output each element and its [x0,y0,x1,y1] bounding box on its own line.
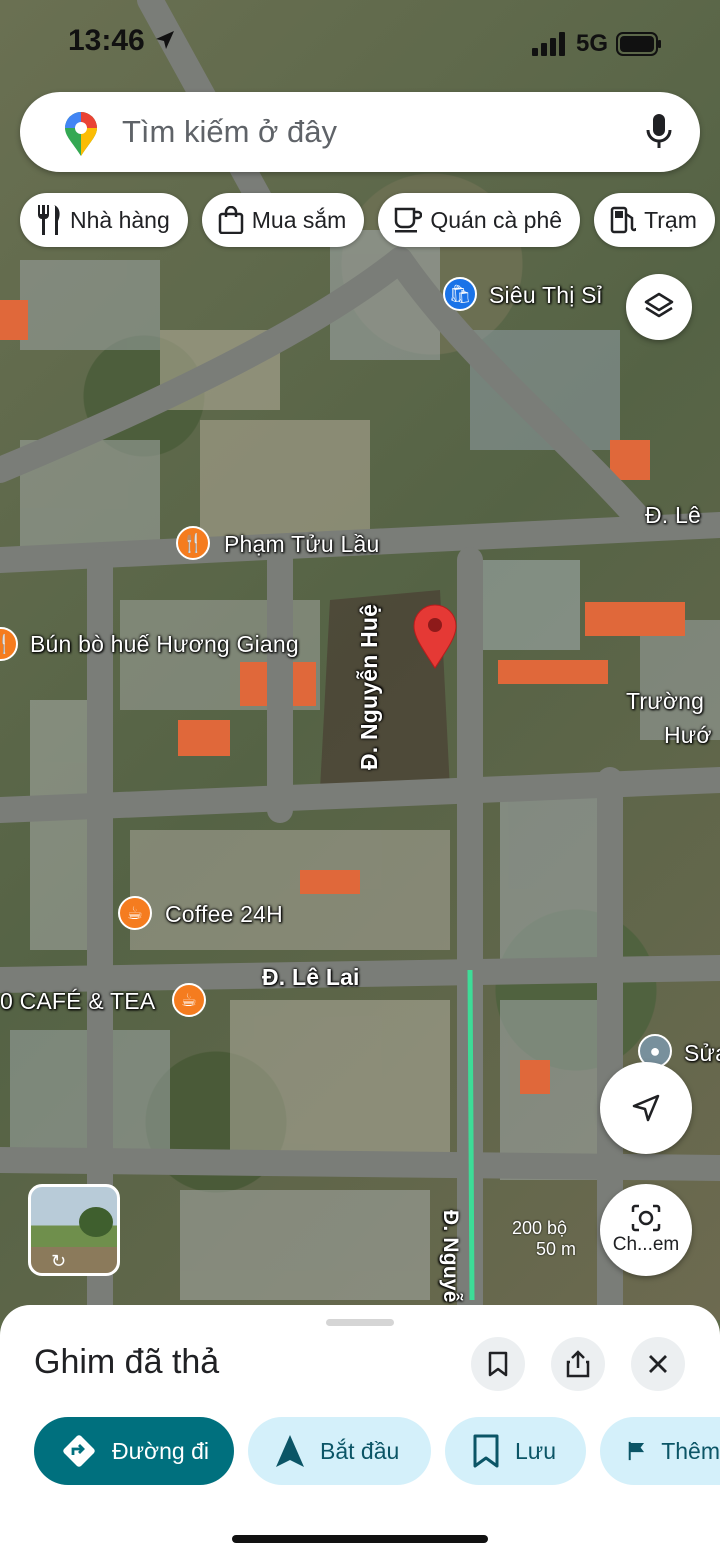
battery-icon [616,32,661,56]
place-label-coffee-24h[interactable]: Coffee 24H [165,901,283,928]
save-bookmark-button[interactable] [471,1337,525,1391]
chip-label: Nhà hàng [70,206,170,233]
share-button[interactable] [551,1337,605,1391]
layers-icon [644,292,674,318]
signal-bars-icon [531,32,565,56]
microphone-icon[interactable] [646,114,672,150]
drag-handle[interactable] [326,1319,394,1326]
chip-gas[interactable]: Trạm [594,193,715,247]
network-type: 5G [575,30,608,57]
chip-coffee[interactable]: Quán cà phê [378,193,581,247]
place-label-sieu-thi[interactable]: Siêu Thị Sỉ [489,282,602,309]
directions-button[interactable]: Đường đi [34,1417,234,1485]
chip-label: Trạm [644,206,697,233]
shop-pin-icon[interactable]: 🛍 [443,277,477,311]
directions-label: Đường đi [112,1437,209,1464]
map-scale: 200 bộ 50 m [512,1218,576,1260]
my-location-button[interactable] [600,1062,692,1154]
clock-text: 13:46 [68,24,145,57]
gas-station-icon [610,206,637,234]
more-button[interactable]: Thêm [600,1417,720,1485]
search-placeholder[interactable]: Tìm kiếm ở đây [122,114,337,150]
search-bar[interactable]: Tìm kiếm ở đây [20,92,700,172]
chip-restaurants[interactable]: Nhà hàng [20,193,188,247]
street-label-nguyen-hue: Đ. Nguyễn Huệ [356,603,382,770]
status-time: 13:46 [68,24,177,58]
place-label-cafe-tea[interactable]: 0 CAFÉ & TEA [0,988,155,1015]
close-button[interactable] [631,1337,685,1391]
route-line [467,969,475,1301]
location-arrow-icon [156,31,175,49]
flag-icon [628,1441,645,1461]
sheet-title: Ghim đã thả [34,1343,220,1381]
close-icon [649,1355,667,1373]
place-label-truong[interactable]: Trường [626,688,704,715]
navigation-arrow-icon [276,1435,304,1467]
status-bar: 13:46 5G [0,0,720,88]
street-label-le: Đ. Lê [645,502,701,528]
start-button[interactable]: Bắt đầu [248,1417,431,1485]
coffee-cup-icon [395,207,423,233]
bookmark-icon [488,1351,508,1377]
fork-knife-icon [38,205,60,235]
shopping-bag-icon [218,206,243,234]
more-label: Thêm [661,1437,720,1464]
rotate-360-icon: ↻ [51,1251,67,1271]
place-label-sua[interactable]: Sửa [684,1040,720,1067]
navigation-arrow-icon [632,1094,660,1122]
coffee-pin-icon[interactable]: ☕ [172,983,206,1017]
camera-lens-icon [631,1204,661,1232]
street-label-nguyen-bottom: Đ. Nguyễ [439,1210,462,1303]
place-sheet: Ghim đã thả Đường đi Bắt đầu Lưu Thêm [0,1305,720,1557]
start-label: Bắt đầu [320,1437,400,1464]
layers-button[interactable] [626,274,692,340]
directions-icon [63,1435,95,1467]
street-view-thumbnail[interactable]: ↻ [28,1184,120,1276]
street-label-le-lai: Đ. Lê Lai [262,964,360,990]
save-button[interactable]: Lưu [445,1417,586,1485]
home-indicator[interactable] [232,1535,488,1543]
place-label-bun-bo[interactable]: Bún bò huế Hương Giang [30,631,299,658]
scale-meters: 50 m [536,1239,577,1259]
chip-label: Mua sắm [251,206,347,233]
chip-label: Quán cà phê [430,206,563,233]
place-label-truong-line2[interactable]: Hướ [664,722,712,749]
bookmark-icon [473,1434,499,1468]
camera-label: Ch...em [612,1234,680,1255]
scale-feet: 200 bộ [512,1218,568,1238]
chip-shopping[interactable]: Mua sắm [201,193,365,247]
restaurant-pin-icon[interactable]: 🍴 [176,526,210,560]
share-icon [566,1350,590,1378]
google-maps-pin-icon [65,112,97,156]
save-label: Lưu [515,1437,556,1464]
camera-search-button[interactable]: Ch...em [600,1184,692,1276]
place-label-pham-tuu-lau[interactable]: Phạm Tửu Lầu [224,531,379,558]
category-chips: Nhà hàng Mua sắm Quán cà phê Trạm [20,193,715,247]
coffee-pin-icon[interactable]: ☕ [118,896,152,930]
